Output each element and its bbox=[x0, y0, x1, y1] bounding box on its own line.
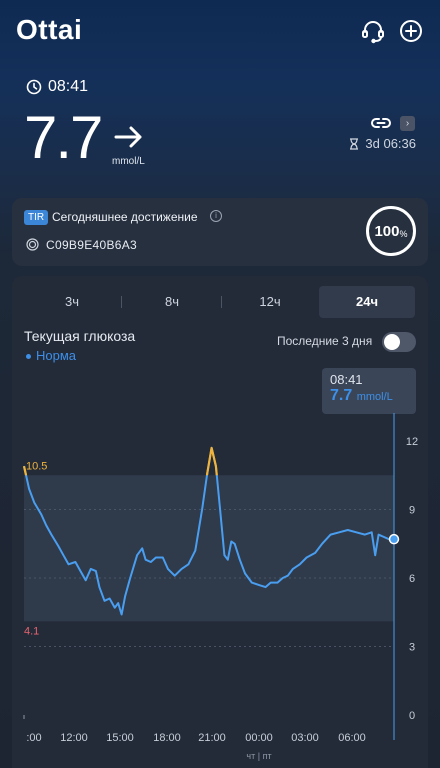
sensor-remaining-value: 3d 06:36 bbox=[365, 136, 416, 151]
chevron-right-icon[interactable]: › bbox=[400, 116, 415, 131]
sensor-remaining: 3d 06:36 bbox=[349, 136, 416, 151]
add-icon[interactable] bbox=[398, 18, 424, 44]
hourglass-icon bbox=[349, 137, 359, 150]
trend-arrow-right-icon bbox=[112, 120, 146, 154]
status-dot bbox=[26, 354, 31, 360]
chart-tooltip: 08:41 7.7 mmol/L bbox=[322, 368, 416, 414]
chart-title: Текущая глюкоза bbox=[24, 328, 136, 344]
sensor-serial: C09B9E40B6A3 bbox=[46, 238, 137, 252]
tir-percent-ring: 100 % bbox=[366, 206, 416, 256]
glucose-status: Норма bbox=[26, 348, 76, 363]
last-3-days-toggle[interactable] bbox=[382, 332, 416, 352]
link-icon[interactable] bbox=[370, 115, 392, 131]
glucose-unit: mmol/L bbox=[112, 156, 145, 167]
glucose-value: 7.7 bbox=[24, 104, 103, 171]
clock-icon bbox=[26, 79, 42, 95]
reading-time: 08:41 bbox=[26, 78, 88, 96]
tooltip-time: 08:41 bbox=[330, 372, 363, 387]
last-3-days-label: Последние 3 дня bbox=[277, 334, 373, 348]
glucose-chart-card: 3ч 8ч 12ч 24ч Текущая глюкоза Норма Посл… bbox=[12, 276, 428, 768]
tab-12h[interactable]: 12ч bbox=[222, 286, 318, 318]
time-range-tabs: 3ч 8ч 12ч 24ч bbox=[12, 286, 428, 318]
sensor-icon bbox=[26, 238, 39, 251]
tab-3h[interactable]: 3ч bbox=[24, 286, 120, 318]
tab-24h[interactable]: 24ч bbox=[319, 286, 415, 318]
tooltip-value: 7.7 bbox=[330, 387, 353, 404]
tooltip-unit: mmol/L bbox=[356, 391, 393, 403]
tir-card[interactable]: TIR Сегодняшнее достижение i C09B9E40B6A… bbox=[12, 198, 428, 266]
reading-time-value: 08:41 bbox=[48, 78, 89, 95]
info-icon[interactable]: i bbox=[210, 210, 222, 222]
tab-divider bbox=[121, 296, 122, 308]
ottai-logo: Ottai bbox=[16, 14, 83, 45]
tir-percent: 100 bbox=[374, 222, 400, 240]
tab-8h[interactable]: 8ч bbox=[124, 286, 220, 318]
tir-title: Сегодняшнее достижение bbox=[52, 210, 198, 224]
glucose-status-text: Норма bbox=[36, 348, 77, 363]
toggle-knob bbox=[384, 334, 400, 350]
tir-badge: TIR bbox=[24, 210, 49, 225]
tir-percent-sign: % bbox=[399, 229, 408, 239]
support-headset-icon[interactable] bbox=[360, 18, 386, 44]
